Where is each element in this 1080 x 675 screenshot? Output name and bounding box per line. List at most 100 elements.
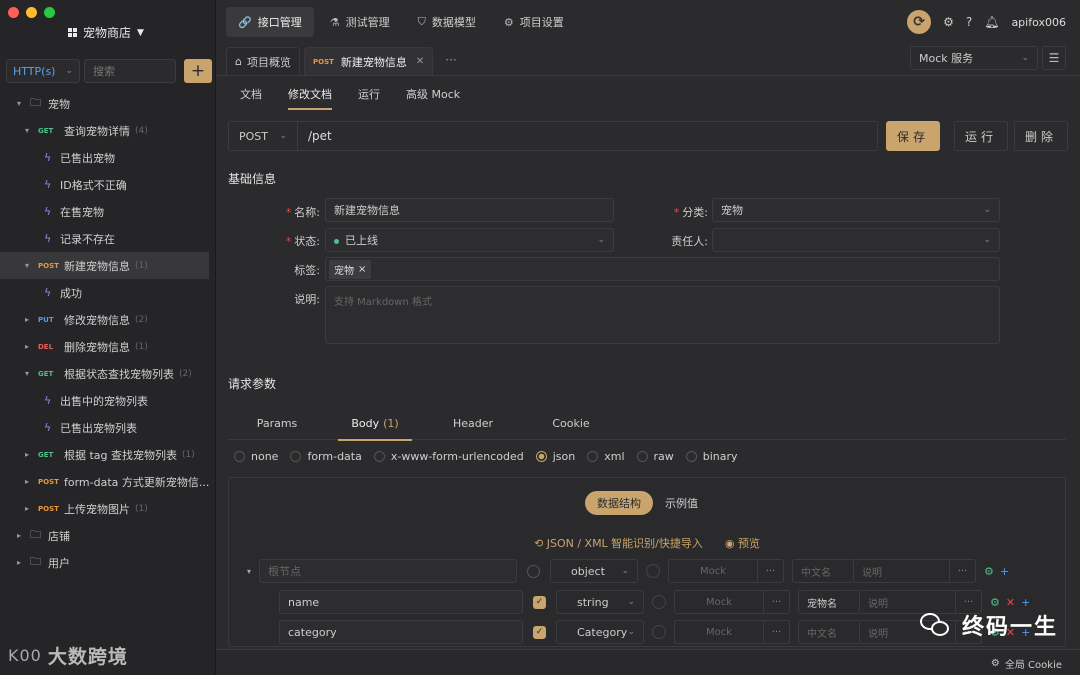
delete-button[interactable]: 删除 [1014, 121, 1068, 151]
top-tab-2[interactable]: ⛉ 数据模型 [406, 7, 488, 37]
row-more-button[interactable]: ··· [950, 559, 976, 583]
url-input[interactable]: /pet [298, 121, 878, 151]
caret-right-icon[interactable]: ▸ [22, 342, 32, 351]
subtab-2[interactable]: 运行 [358, 76, 380, 112]
category-select[interactable]: 宠物 ⌄ [712, 198, 1000, 222]
top-tab-0[interactable]: 🔗 接口管理 [226, 7, 314, 37]
caret-down-icon[interactable]: ▾ [22, 369, 32, 378]
tree-folder[interactable]: ▸ 🗀 用户 [0, 549, 216, 576]
delete-icon[interactable]: ✕ [1006, 596, 1015, 609]
bell-icon[interactable]: 🔔︎ [984, 15, 999, 29]
gear-icon[interactable]: ⚙ [990, 596, 1000, 609]
protocol-select[interactable]: HTTP(s) ⌄ [6, 59, 80, 83]
tree-case-item[interactable]: ϟ ID格式不正确 [0, 171, 216, 198]
top-tab-1[interactable]: ⚗ 测试管理 [318, 7, 402, 37]
tree-api-item[interactable]: ▸ POST form-data 方式更新宠物信... [0, 468, 216, 495]
caret-right-icon[interactable]: ▸ [22, 477, 32, 486]
caret-right-icon[interactable]: ▸ [22, 315, 32, 324]
maximize-window-button[interactable] [44, 7, 55, 18]
tree-case-item[interactable]: ϟ 出售中的宠物列表 [0, 387, 216, 414]
add-icon[interactable]: + [1021, 596, 1030, 609]
tree-case-item[interactable]: ϟ 在售宠物 [0, 198, 216, 225]
mock-more-button[interactable]: ··· [758, 559, 784, 583]
caret-right-icon[interactable]: ▸ [22, 504, 32, 513]
tab-new-pet[interactable]: POST 新建宠物信息 ✕ [303, 47, 434, 75]
mock-input[interactable]: Mock [674, 590, 764, 614]
description-textarea[interactable]: 支持 Markdown 格式 [325, 286, 1000, 344]
caret-down-icon[interactable]: ▾ [14, 99, 24, 108]
type-select[interactable]: string ⌄ [556, 590, 644, 614]
tree-api-item[interactable]: ▾ GET 查询宠物详情 (4) [0, 117, 216, 144]
tags-input[interactable]: 宠物 × [325, 257, 1000, 281]
tree-case-item[interactable]: ϟ 已售出宠物 [0, 144, 216, 171]
close-window-button[interactable] [8, 7, 19, 18]
chinese-name-input[interactable]: 宠物名 [798, 590, 860, 614]
owner-select[interactable]: ⌄ [712, 228, 1000, 252]
tab-project-overview[interactable]: ⌂ 项目概览 [226, 47, 300, 75]
project-switcher[interactable]: 宠物商店 ▼ [68, 24, 144, 41]
more-tabs-button[interactable]: ··· [445, 53, 456, 67]
schema-mode-1[interactable]: 示例值 [653, 491, 710, 515]
status-select[interactable]: 已上线 ⌄ [325, 228, 614, 252]
body-type-json[interactable]: json [535, 450, 575, 463]
gear-icon[interactable]: ⚙ [984, 565, 994, 578]
required-checkbox[interactable] [527, 564, 540, 578]
mock-input[interactable]: Mock [674, 620, 764, 644]
body-type-x-www-form-urlencoded[interactable]: x-www-form-urlencoded [373, 450, 524, 463]
settings-icon[interactable]: ⚙ [943, 15, 954, 29]
tree-case-item[interactable]: ϟ 已售出宠物列表 [0, 414, 216, 441]
caret-down-icon[interactable]: ▾ [22, 126, 32, 135]
body-type-binary[interactable]: binary [685, 450, 738, 463]
close-icon[interactable]: ✕ [416, 56, 424, 67]
field-name-input[interactable]: 根节点 [259, 559, 517, 583]
tree-api-item[interactable]: ▸ PUT 修改宠物信息 (2) [0, 306, 216, 333]
caret-right-icon[interactable]: ▸ [14, 558, 24, 567]
list-menu-icon[interactable]: ☰ [1042, 46, 1066, 70]
tree-case-item[interactable]: ϟ 记录不存在 [0, 225, 216, 252]
tree-api-item[interactable]: ▸ POST 上传宠物图片 (1) [0, 495, 216, 522]
global-cookie-button[interactable]: ⚙ 全局 Cookie [991, 656, 1062, 671]
body-type-raw[interactable]: raw [636, 450, 674, 463]
tree-api-item[interactable]: ▾ POST 新建宠物信息 (1) [0, 252, 209, 279]
sync-icon[interactable]: ⟳ [907, 10, 932, 34]
top-tab-3[interactable]: ⚙ 项目设置 [492, 7, 576, 37]
subtab-1[interactable]: 修改文档 [288, 76, 332, 112]
tag-chip[interactable]: 宠物 × [329, 259, 372, 279]
method-select[interactable]: POST ⌄ [228, 121, 298, 151]
nullable-toggle[interactable] [646, 564, 660, 578]
field-name-input[interactable]: category [279, 620, 523, 644]
tree-folder[interactable]: ▸ 🗀 店铺 [0, 522, 216, 549]
param-tab-cookie[interactable]: Cookie [522, 408, 620, 440]
preview-link[interactable]: ◉ 预览 [725, 535, 760, 551]
chinese-name-input[interactable]: 中文名 [798, 620, 860, 644]
tree-case-item[interactable]: ϟ 成功 [0, 279, 216, 306]
body-type-none[interactable]: none [234, 450, 278, 463]
name-field[interactable]: 新建宠物信息 [325, 198, 614, 222]
caret-right-icon[interactable]: ▸ [22, 450, 32, 459]
param-tab-body[interactable]: Body (1) [326, 408, 424, 441]
caret-right-icon[interactable]: ▸ [14, 531, 24, 540]
param-tab-params[interactable]: Params [228, 408, 326, 440]
chinese-name-input[interactable]: 中文名 [792, 559, 854, 583]
required-checkbox[interactable]: ✓ [533, 595, 546, 609]
required-checkbox[interactable]: ✓ [533, 625, 546, 639]
subtab-3[interactable]: 高级 Mock [406, 76, 460, 112]
tree-api-item[interactable]: ▾ GET 根据状态查找宠物列表 (2) [0, 360, 216, 387]
tree-api-item[interactable]: ▸ DEL 删除宠物信息 (1) [0, 333, 216, 360]
caret-down-icon[interactable]: ▾ [22, 261, 32, 270]
schema-mode-0[interactable]: 数据结构 [585, 491, 653, 515]
mock-service-select[interactable]: Mock 服务 ⌄ [910, 46, 1038, 70]
add-icon[interactable]: + [1000, 565, 1009, 578]
tree-api-item[interactable]: ▸ GET 根据 tag 查找宠物列表 (1) [0, 441, 216, 468]
save-button[interactable]: 保存 [886, 121, 940, 151]
json-import-link[interactable]: ⟲ JSON / XML 智能识别/快捷导入 [534, 535, 703, 551]
caret-down-icon[interactable]: ▾ [239, 567, 259, 576]
minimize-window-button[interactable] [26, 7, 37, 18]
add-button[interactable]: + [184, 59, 212, 83]
body-type-form-data[interactable]: form-data [290, 450, 362, 463]
field-name-input[interactable]: name [279, 590, 523, 614]
mock-input[interactable]: Mock [668, 559, 758, 583]
mock-more-button[interactable]: ··· [764, 590, 790, 614]
type-select[interactable]: object ⌄ [550, 559, 638, 583]
subtab-0[interactable]: 文档 [240, 76, 262, 112]
